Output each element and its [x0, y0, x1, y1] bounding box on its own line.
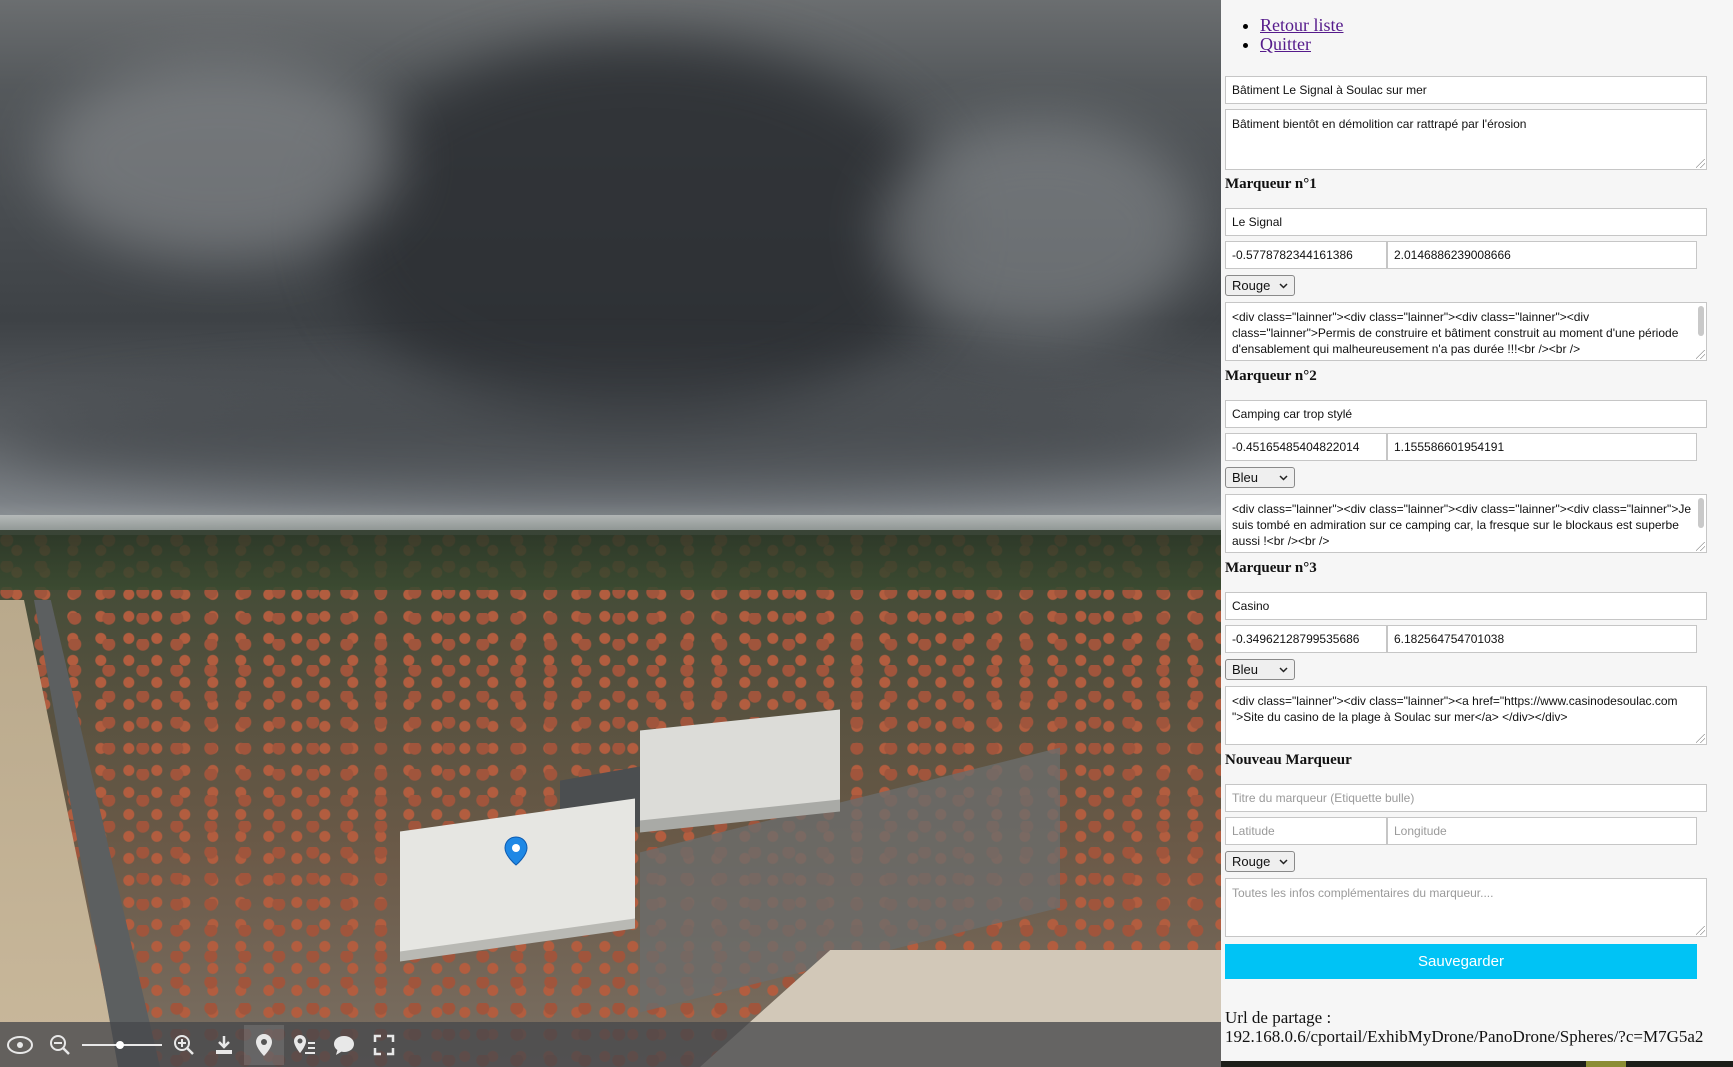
marker-3-name-input[interactable]: Casino	[1225, 592, 1707, 620]
chevron-down-icon	[1279, 666, 1288, 673]
zoom-slider-knob[interactable]	[116, 1040, 125, 1049]
marker-editor-panel: Retour liste Quitter Bâtiment Le Signal …	[1221, 0, 1733, 1067]
marker-3-longitude-input[interactable]: 6.182564754701038	[1387, 625, 1697, 653]
scrollbar-thumb[interactable]	[1698, 498, 1704, 528]
marker-1-color-select[interactable]: Rouge	[1225, 275, 1295, 296]
new-marker-latitude-input[interactable]: Latitude	[1225, 817, 1387, 845]
map-marker-pin-icon[interactable]	[504, 836, 528, 866]
share-url-label: Url de partage :	[1225, 1008, 1332, 1027]
new-marker-info-textarea[interactable]: Toutes les infos complémentaires du marq…	[1225, 878, 1707, 937]
marker-2-heading: Marqueur n°2	[1225, 368, 1317, 384]
marker-1-name-input[interactable]: Le Signal	[1225, 208, 1707, 236]
quit-link[interactable]: Quitter	[1260, 34, 1311, 54]
panorama-forest	[0, 530, 1221, 590]
marker-1-latitude-input[interactable]: -0.5778782344161386	[1225, 241, 1387, 269]
marker-1-color-value: Rouge	[1232, 278, 1271, 293]
viewer-toolbar	[0, 1022, 1221, 1067]
save-button[interactable]: Sauvegarder	[1225, 944, 1697, 979]
marker-1-content-textarea[interactable]: <div class="lainner"><div class="lainner…	[1225, 302, 1707, 361]
marker-2-latitude-input[interactable]: -0.45165485404822014	[1225, 433, 1387, 461]
resize-handle[interactable]	[1696, 159, 1705, 168]
marker-2-color-value: Bleu	[1232, 470, 1259, 485]
new-marker-longitude-input[interactable]: Longitude	[1387, 817, 1697, 845]
back-to-list-link[interactable]: Retour liste	[1260, 15, 1344, 35]
marker-2-content-textarea[interactable]: <div class="lainner"><div class="lainner…	[1225, 494, 1707, 553]
marker-2-content-text: <div class="lainner"><div class="lainner…	[1232, 502, 1691, 548]
panorama-title-input[interactable]: Bâtiment Le Signal à Soulac sur mer	[1225, 76, 1707, 104]
nav-item: Retour liste	[1260, 16, 1733, 35]
caption-icon[interactable]	[324, 1025, 364, 1065]
fullscreen-icon[interactable]	[364, 1025, 404, 1065]
new-marker-color-value: Rouge	[1232, 854, 1271, 869]
resize-handle[interactable]	[1696, 926, 1705, 935]
resize-handle[interactable]	[1696, 734, 1705, 743]
resize-handle[interactable]	[1696, 542, 1705, 551]
marker-3-heading: Marqueur n°3	[1225, 560, 1317, 576]
marker-3-content-textarea[interactable]: <div class="lainner"><div class="lainner…	[1225, 686, 1707, 745]
rotate-icon[interactable]	[0, 1025, 40, 1065]
share-url-value[interactable]: 192.168.0.6/cportail/ExhibMyDrone/PanoDr…	[1225, 1028, 1715, 1046]
panorama-description-text: Bâtiment bientôt en démolition car rattr…	[1232, 117, 1527, 131]
zoom-slider[interactable]	[82, 1025, 162, 1065]
chevron-down-icon	[1279, 858, 1288, 865]
chevron-down-icon	[1279, 474, 1288, 481]
status-strip-accent	[1586, 1061, 1626, 1067]
resize-handle[interactable]	[1696, 350, 1705, 359]
panorama-cloud	[40, 60, 400, 260]
panorama-cloud	[330, 40, 950, 420]
status-strip	[1221, 1061, 1733, 1067]
nav-item: Quitter	[1260, 35, 1733, 54]
marker-icon[interactable]	[244, 1024, 284, 1065]
marker-3-color-select[interactable]: Bleu	[1225, 659, 1295, 680]
marker-1-longitude-input[interactable]: 2.0146886239008666	[1387, 241, 1697, 269]
marker-list-icon[interactable]	[284, 1025, 324, 1065]
marker-1-heading: Marqueur n°1	[1225, 176, 1317, 192]
panorama-cloud	[0, 380, 1221, 500]
new-marker-heading: Nouveau Marqueur	[1225, 752, 1352, 768]
zoom-in-icon[interactable]	[164, 1025, 204, 1065]
marker-3-color-value: Bleu	[1232, 662, 1259, 677]
marker-2-longitude-input[interactable]: 1.155586601954191	[1387, 433, 1697, 461]
panorama-description-textarea[interactable]: Bâtiment bientôt en démolition car rattr…	[1225, 109, 1707, 170]
panorama-cloud	[880, 120, 1200, 340]
download-icon[interactable]	[204, 1025, 244, 1065]
nav-list: Retour liste Quitter	[1221, 16, 1733, 54]
panorama-viewer[interactable]	[0, 0, 1221, 1067]
marker-2-color-select[interactable]: Bleu	[1225, 467, 1295, 488]
new-marker-title-input[interactable]: Titre du marqueur (Etiquette bulle)	[1225, 784, 1707, 812]
marker-2-name-input[interactable]: Camping car trop stylé	[1225, 400, 1707, 428]
zoom-out-icon[interactable]	[40, 1025, 80, 1065]
marker-3-latitude-input[interactable]: -0.34962128799535686	[1225, 625, 1387, 653]
scrollbar-thumb[interactable]	[1698, 306, 1704, 336]
chevron-down-icon	[1279, 282, 1288, 289]
new-marker-color-select[interactable]: Rouge	[1225, 851, 1295, 872]
new-marker-info-placeholder: Toutes les infos complémentaires du marq…	[1232, 886, 1494, 900]
marker-1-content-text: <div class="lainner"><div class="lainner…	[1232, 310, 1679, 356]
marker-3-content-text: <div class="lainner"><div class="lainner…	[1232, 694, 1678, 724]
